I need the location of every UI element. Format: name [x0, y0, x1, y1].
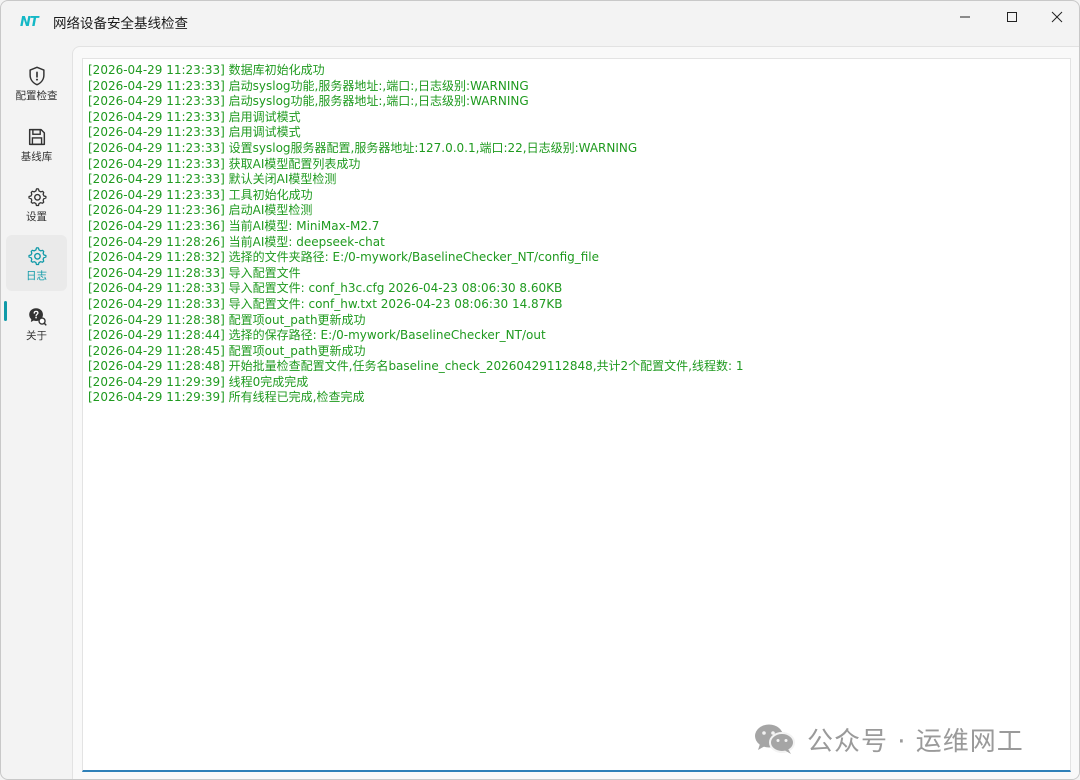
log-line: [2026-04-29 11:28:44] 选择的保存路径: E:/0-mywo… — [88, 328, 546, 343]
log-line: [2026-04-29 11:28:48] 开始批量检查配置文件,任务名base… — [88, 359, 744, 374]
log-line: [2026-04-29 11:28:26] 当前AI模型: deepseek-c… — [88, 234, 385, 249]
gear-icon — [27, 188, 47, 207]
watermark: 公众号 · 运维网工 — [753, 719, 1024, 759]
log-line: [2026-04-29 11:23:33] 获取AI模型配置列表成功 — [88, 156, 361, 171]
log-line: [2026-04-29 11:28:32] 选择的文件夹路径: E:/0-myw… — [88, 250, 600, 265]
shield-icon — [28, 66, 45, 86]
sidebar-item-log[interactable]: 日志 — [6, 235, 67, 291]
sidebar-item-settings[interactable]: 设置 — [6, 176, 67, 232]
log-line: [2026-04-29 11:23:33] 设置syslog服务器配置,服务器地… — [88, 140, 638, 155]
sidebar-item-label: 设置 — [26, 211, 47, 223]
log-line: [2026-04-29 11:28:33] 导入配置文件: conf_h3c.c… — [88, 281, 563, 296]
log-line: [2026-04-29 11:23:33] 启动syslog功能,服务器地址:,… — [88, 78, 529, 93]
sidebar-item-label: 关于 — [26, 330, 47, 342]
minimize-button[interactable] — [942, 1, 988, 33]
log-line: [2026-04-29 11:23:36] 启动AI模型检测 — [88, 203, 313, 218]
sidebar-item-config-check[interactable]: 配置检查 — [6, 55, 67, 111]
save-icon — [28, 128, 45, 146]
sidebar-item-label: 配置检查 — [15, 90, 58, 102]
active-indicator — [4, 301, 7, 321]
sidebar-item-about[interactable]: 关于 — [6, 295, 67, 351]
window-title: 网络设备安全基线检查 — [53, 16, 188, 32]
app-window: NT 网络设备安全基线检查 配置检查 基线库 设置 日志 关于 [2026-04… — [0, 0, 1080, 780]
title-bar[interactable]: NT 网络设备安全基线检查 — [1, 1, 1079, 45]
log-line: [2026-04-29 11:28:38] 配置项out_path更新成功 — [88, 312, 366, 327]
log-line: [2026-04-29 11:23:33] 数据库初始化成功 — [88, 63, 325, 77]
log-line: [2026-04-29 11:29:39] 线程0完成完成 — [88, 374, 309, 389]
log-line: [2026-04-29 11:23:36] 当前AI模型: MiniMax-M2… — [88, 218, 380, 233]
log-line: [2026-04-29 11:28:45] 配置项out_path更新成功 — [88, 343, 366, 358]
sidebar-item-label: 日志 — [26, 270, 47, 282]
close-icon — [1051, 11, 1063, 23]
watermark-text: 公众号 · 运维网工 — [807, 726, 1024, 757]
main-content: [2026-04-29 11:23:33] 数据库初始化成功 [2026-04-2… — [72, 46, 1079, 779]
sidebar-item-label: 基线库 — [20, 151, 53, 163]
log-line: [2026-04-29 11:28:33] 导入配置文件 — [88, 265, 301, 280]
log-line: [2026-04-29 11:23:33] 启动syslog功能,服务器地址:,… — [88, 94, 529, 109]
sidebar-item-baseline-library[interactable]: 基线库 — [6, 116, 67, 172]
maximize-button[interactable] — [989, 1, 1035, 33]
help-chat-icon — [28, 308, 47, 326]
close-button[interactable] — [1034, 1, 1079, 33]
log-line: [2026-04-29 11:23:33] 启用调试模式 — [88, 125, 301, 140]
app-logo: NT — [20, 15, 39, 30]
log-line: [2026-04-29 11:23:33] 默认关闭AI模型检测 — [88, 172, 337, 187]
log-list: [2026-04-29 11:23:33] 数据库初始化成功 [2026-04-2… — [88, 63, 743, 406]
minimize-icon — [960, 16, 970, 18]
log-line: [2026-04-29 11:28:33] 导入配置文件: conf_hw.tx… — [88, 296, 563, 311]
maximize-icon — [1007, 12, 1017, 22]
log-line: [2026-04-29 11:29:39] 所有线程已完成,检查完成 — [88, 390, 365, 405]
sidebar-nav: 配置检查 基线库 设置 日志 关于 — [1, 51, 71, 779]
log-line: [2026-04-29 11:23:33] 工具初始化成功 — [88, 187, 313, 202]
log-line: [2026-04-29 11:23:33] 启用调试模式 — [88, 109, 301, 124]
wechat-icon — [755, 724, 795, 754]
gear-icon — [27, 247, 47, 266]
log-textarea[interactable]: [2026-04-29 11:23:33] 数据库初始化成功 [2026-04-2… — [82, 58, 1071, 772]
